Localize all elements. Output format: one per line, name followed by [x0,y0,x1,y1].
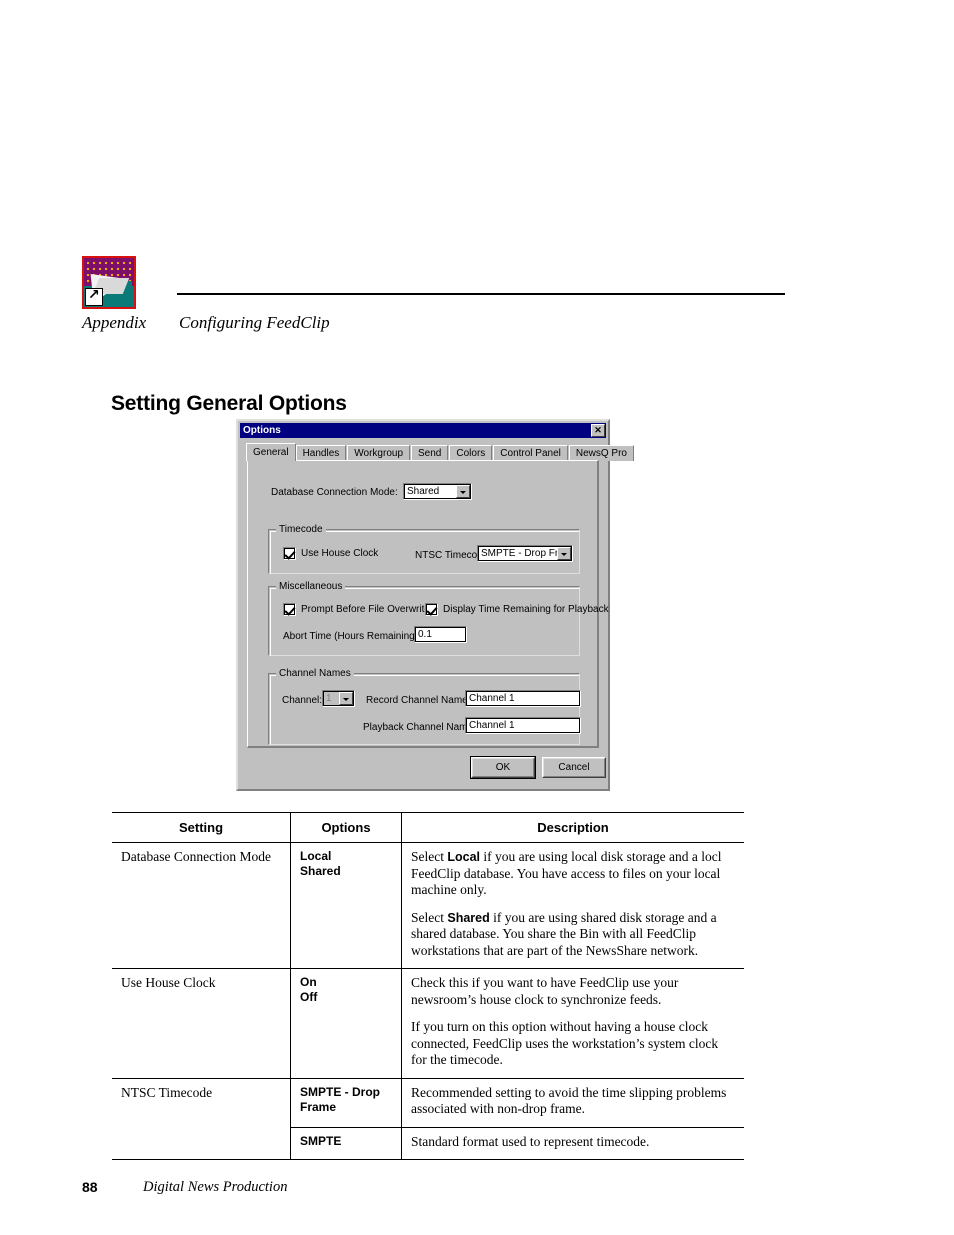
record-channel-name-label: Record Channel Name: [366,695,471,706]
desc-bold: Local [447,850,481,864]
chevron-down-icon[interactable] [339,692,353,705]
display-time-remaining-checkbox-row[interactable]: Display Time Remaining for Playback [425,603,609,616]
desc-bold: Shared [447,910,490,925]
table-header-row: Setting Options Description [112,812,744,843]
column-header-description: Description [401,812,744,843]
description-paragraph: Recommended setting to avoid the time sl… [411,1084,727,1117]
tab-control-panel[interactable]: Control Panel [493,445,568,461]
table-row: SMPTE Standard format used to represent … [112,1126,744,1160]
timecode-group-title: Timecode [276,524,326,535]
appendix-label: Appendix [82,313,147,332]
database-connection-mode-label: Database Connection Mode: [271,487,398,498]
cell-description: Recommended setting to avoid the time sl… [401,1077,744,1127]
use-house-clock-checkbox-row[interactable]: Use House Clock [283,547,378,560]
shortcut-arrow-icon [85,287,103,306]
tab-handles[interactable]: Handles [295,445,347,461]
appendix-chapter-icon [82,256,136,309]
tab-colors[interactable]: Colors [449,445,493,461]
tab-newsq-pro[interactable]: NewsQ Pro [568,445,634,461]
playback-channel-name-input[interactable]: Channel 1 [465,717,581,734]
tab-workgroup[interactable]: Workgroup [347,445,411,461]
display-time-remaining-label: Display Time Remaining for Playback [443,604,609,615]
settings-reference-table: Setting Options Description Database Con… [112,812,744,1160]
ntsc-timecode-value: SMPTE - Drop Frame [481,548,557,559]
cell-description: Check this if you want to have FeedClip … [401,968,744,1078]
cell-setting [112,1127,291,1160]
channel-names-group-title: Channel Names [276,668,354,679]
table-row: Database Connection Mode Local Shared Sel… [112,842,744,969]
options-dialog: Options ✕ General Handles Workgroup Send… [236,419,634,791]
display-time-remaining-checkbox[interactable] [425,603,438,616]
cell-description: Select Local if you are using local disk… [401,842,744,969]
use-house-clock-label: Use House Clock [301,548,379,559]
page-title: Setting General Options [111,392,347,416]
prompt-before-overwrite-checkbox[interactable] [283,603,296,616]
column-header-options: Options [290,812,402,843]
desc-text: Select [411,909,448,925]
tab-general[interactable]: General [246,443,296,461]
description-paragraph: Select Shared if you are using shared di… [411,910,735,960]
option-shared: Shared [300,864,341,878]
cell-setting: Database Connection Mode [112,842,291,969]
dialog-tab-strip: General Handles Workgroup Send Colors Co… [246,443,635,461]
page-number: 88 [82,1179,98,1195]
ok-button-label: OK [472,758,534,777]
timecode-groupbox: Timecode Use House Clock NTSC Timecode: … [268,524,580,574]
description-paragraph: Select Local if you are using local disk… [411,849,735,899]
description-paragraph: If you turn on this option without havin… [411,1019,719,1067]
ntsc-timecode-select[interactable]: SMPTE - Drop Frame [477,545,573,562]
dialog-titlebar[interactable]: Options ✕ [240,423,606,438]
chevron-down-icon[interactable] [456,485,470,498]
chevron-down-icon[interactable] [557,547,571,560]
record-channel-name-input[interactable]: Channel 1 [465,690,581,707]
cell-options: Local Shared [290,842,402,969]
tab-page-general: Database Connection Mode: Shared Timecod… [247,460,609,748]
table-row: Use House Clock On Off Check this if you … [112,968,744,1078]
cell-description: Standard format used to represent timeco… [401,1126,744,1160]
close-icon[interactable]: ✕ [591,424,605,437]
abort-time-label: Abort Time (Hours Remaining): [283,631,421,642]
cancel-button-label: Cancel [543,758,605,777]
desc-text: Select [411,849,448,864]
database-connection-mode-select[interactable]: Shared [403,483,472,500]
cell-setting: NTSC Timecode [112,1077,291,1127]
table-row: NTSC Timecode SMPTE - Drop Frame Recomme… [112,1077,744,1127]
channel-names-groupbox: Channel Names Channel: 1 Record Channel … [268,668,581,745]
column-header-setting: Setting [112,812,291,843]
dialog-title: Options [243,425,281,436]
miscellaneous-group-title: Miscellaneous [276,581,346,592]
prompt-before-overwrite-label: Prompt Before File Overwrite [301,604,430,615]
option-on: On [300,975,317,989]
playback-channel-name-label: Playback Channel Name: [363,722,476,733]
channel-value: 1 [323,691,339,706]
cell-setting: Use House Clock [112,968,291,1078]
cell-options: On Off [290,968,402,1078]
appendix-title: Configuring FeedClip [179,313,330,332]
database-connection-mode-value: Shared [407,486,440,497]
prompt-before-overwrite-checkbox-row[interactable]: Prompt Before File Overwrite [283,603,430,616]
cell-options: SMPTE [290,1126,402,1160]
miscellaneous-groupbox: Miscellaneous Prompt Before File Overwri… [268,581,609,656]
channel-select[interactable]: 1 [322,690,355,707]
footer-document-title: Digital News Production [143,1179,288,1195]
header-divider-rule [177,293,785,295]
description-paragraph: Check this if you want to have FeedClip … [411,975,679,1007]
option-off: Off [300,990,318,1004]
cell-options: SMPTE - Drop Frame [290,1077,402,1127]
tab-send[interactable]: Send [411,445,449,461]
cancel-button[interactable]: Cancel [542,757,606,778]
ok-button[interactable]: OK [470,756,536,779]
use-house-clock-checkbox[interactable] [283,547,296,560]
description-paragraph: Standard format used to represent timeco… [411,1133,650,1149]
channel-label: Channel: [282,695,323,706]
abort-time-input[interactable]: 0.1 [414,626,467,643]
option-local: Local [300,849,332,863]
database-connection-mode-label-text: Database Connection Mode: [271,487,398,498]
